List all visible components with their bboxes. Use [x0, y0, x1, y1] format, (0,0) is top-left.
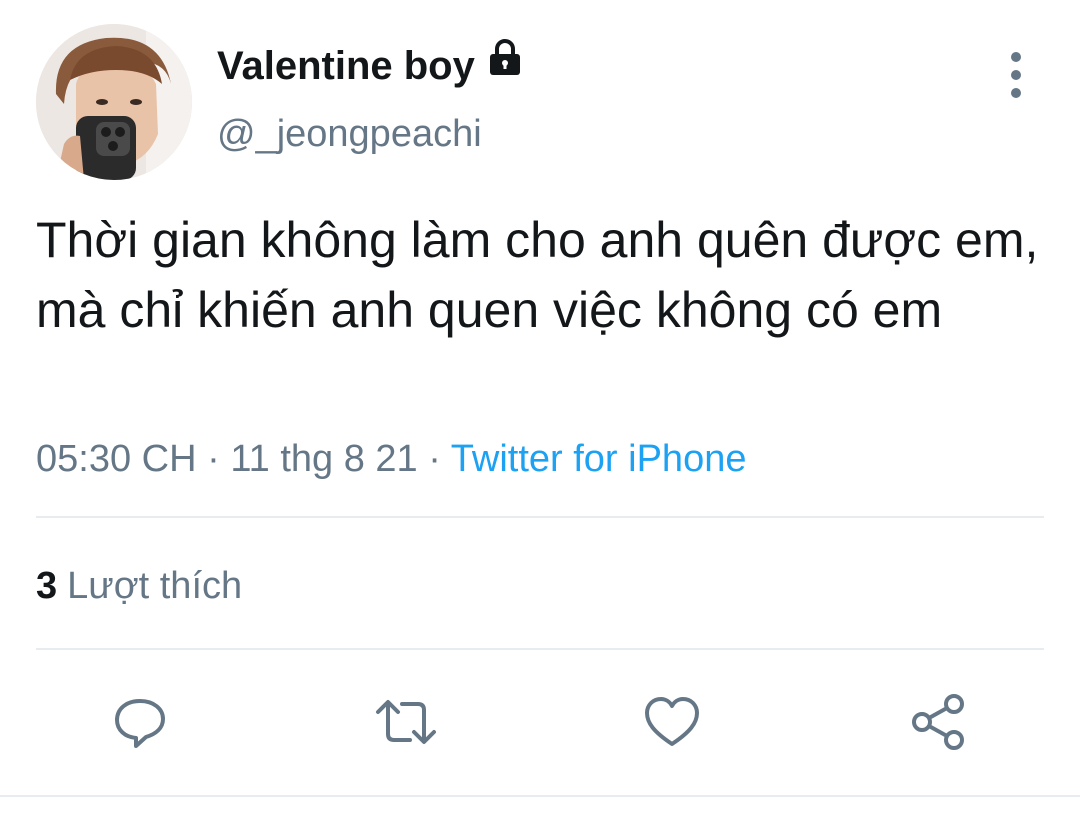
likes-stat[interactable]: 3 Lượt thích	[36, 561, 242, 611]
meta-separator: ·	[417, 438, 451, 480]
more-dot	[1011, 52, 1021, 62]
more-dot	[1011, 70, 1021, 80]
divider	[36, 648, 1044, 650]
tweet-meta: 05:30 CH · 11 thg 8 21 · Twitter for iPh…	[36, 434, 746, 484]
reply-button[interactable]	[108, 690, 172, 754]
tweet-text: Thời gian không làm cho anh quên được em…	[36, 212, 1039, 338]
more-dot	[1011, 88, 1021, 98]
share-button[interactable]	[906, 690, 970, 754]
retweet-button[interactable]	[374, 690, 438, 754]
share-icon	[912, 694, 964, 750]
likes-count: 3	[36, 565, 58, 607]
tweet-date: 11 thg 8 21	[230, 438, 418, 480]
heart-icon	[645, 697, 699, 746]
lock-icon	[485, 37, 525, 88]
likes-label: Lượt thích	[67, 565, 243, 607]
meta-separator: ·	[196, 438, 231, 480]
profile-photo	[36, 24, 192, 180]
display-name-row[interactable]: Valentine boy	[217, 38, 525, 90]
display-name[interactable]: Valentine boy	[217, 42, 475, 90]
divider	[36, 516, 1044, 518]
reply-icon	[115, 699, 165, 748]
user-handle[interactable]: @_jeongpeachi	[217, 110, 482, 158]
bottom-divider	[0, 795, 1080, 797]
more-vertical-icon[interactable]	[996, 52, 1036, 98]
tweet-source-link[interactable]: Twitter for iPhone	[451, 438, 747, 480]
avatar[interactable]	[36, 24, 192, 180]
tweet-time: 05:30 CH	[36, 438, 197, 480]
retweet-icon	[376, 700, 436, 744]
like-button[interactable]	[640, 690, 704, 754]
